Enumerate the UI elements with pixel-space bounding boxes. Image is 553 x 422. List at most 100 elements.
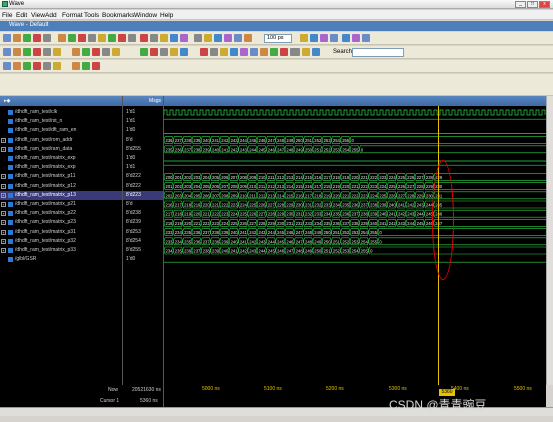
toolbar-tool-icon[interactable] xyxy=(230,48,238,56)
toolbar-tool-icon[interactable] xyxy=(43,34,51,42)
toolbar-tool-icon[interactable] xyxy=(342,34,350,42)
bus-waveform[interactable]: 202 203 204 205 206 207 208 209 210 211 212 213 214 2… xyxy=(164,191,547,200)
bus-waveform[interactable]: 201 202 203 204 205 206 207 208 209 210 211 212 213 2… xyxy=(164,182,547,190)
toolbar-tool-icon[interactable] xyxy=(43,48,51,56)
bus-waveform[interactable]: 235 236 237 238 239 240 241 242 243 244 245 246 247 2… xyxy=(164,145,547,154)
toolbar-tool-icon[interactable] xyxy=(150,48,158,56)
toolbar-tool-icon[interactable] xyxy=(72,62,80,70)
toolbar-tool-icon[interactable] xyxy=(102,48,110,56)
toolbar-tool-icon[interactable] xyxy=(13,62,21,70)
toolbar-tool-icon[interactable] xyxy=(200,48,208,56)
bus-waveform[interactable]: 200 201 202 203 204 205 206 207 208 209 210 211 212 2… xyxy=(164,173,547,181)
toolbar-tool-icon[interactable] xyxy=(204,34,212,42)
clk-waveform[interactable] xyxy=(164,109,546,116)
signal-row[interactable]: + /dhdft_ram_test/matrix_p32 xyxy=(0,237,122,246)
expand-icon[interactable]: + xyxy=(1,146,6,152)
expand-icon[interactable]: + xyxy=(1,229,6,235)
waveform-canvas[interactable]: 236 237 238 239 240 241 242 243 244 245 246 247 248 2… xyxy=(164,96,547,385)
waveform-pane[interactable]: 236 237 238 239 240 241 242 243 244 245 246 247 248 2… xyxy=(163,96,547,385)
toolbar-tool-icon[interactable] xyxy=(33,62,41,70)
vertical-scrollbar[interactable] xyxy=(546,96,553,385)
toolbar-tool-icon[interactable] xyxy=(214,34,222,42)
toolbar-tool-icon[interactable] xyxy=(234,34,242,42)
minimize-button[interactable]: _ xyxy=(515,1,526,8)
toolbar-tool-icon[interactable] xyxy=(292,48,300,56)
toolbar-tool-icon[interactable] xyxy=(150,34,158,42)
toolbar-tool-icon[interactable] xyxy=(23,48,31,56)
signal-row[interactable]: + /dhdft_ram_test/rom_addr xyxy=(0,136,122,145)
menu-file[interactable]: File xyxy=(2,12,12,19)
toolbar-tool-icon[interactable] xyxy=(280,48,288,56)
menu-view[interactable]: View xyxy=(31,12,45,19)
toolbar-tool-icon[interactable] xyxy=(13,48,21,56)
signal-row[interactable]: + /dhdft_ram_test/matrix_p11 xyxy=(0,172,122,181)
expand-icon[interactable]: + xyxy=(1,238,6,244)
toolbar-tool-icon[interactable] xyxy=(33,48,41,56)
toolbar-tool-icon[interactable] xyxy=(92,62,100,70)
signal-row[interactable]: + /dhdft_ram_test/matrix_p22 xyxy=(0,209,122,218)
toolbar-tool-icon[interactable] xyxy=(98,34,106,42)
bus-waveform[interactable]: 218 219 220 221 222 223 224 225 226 227 228 229 230 2… xyxy=(164,219,547,227)
signal-row[interactable]: + /dhdft_ram_test/matrix_p21 xyxy=(0,200,122,209)
toolbar-tool-icon[interactable] xyxy=(302,48,310,56)
toolbar-tool-icon[interactable] xyxy=(220,48,228,56)
bus-waveform[interactable]: 236 237 238 239 240 241 242 243 244 245 246 247 248 2… xyxy=(164,136,547,144)
bus-waveform[interactable]: 233 234 235 236 237 238 239 240 241 242 243 244 245 2… xyxy=(164,237,547,246)
toolbar-tool-icon[interactable] xyxy=(180,34,188,42)
signal-row[interactable]: + /dhdft_ram_test/matrix_p12 xyxy=(0,182,122,191)
toolbar-tool-icon[interactable] xyxy=(118,34,126,42)
signal-row[interactable]: /dhdft_ram_test/rst_n xyxy=(0,117,122,126)
toolbar-tool-icon[interactable] xyxy=(170,34,178,42)
bus-waveform[interactable]: 234 235 236 237 238 239 240 241 242 243 244 245 246 2… xyxy=(164,246,547,255)
expand-icon[interactable]: + xyxy=(1,192,6,198)
signal-row[interactable]: + /dhdft_ram_test/matrix_p31 xyxy=(0,228,122,237)
menu-tools[interactable]: Tools xyxy=(84,12,99,19)
toolbar-tool-icon[interactable] xyxy=(82,48,90,56)
toolbar-tool-icon[interactable] xyxy=(72,48,80,56)
expand-icon[interactable]: + xyxy=(1,137,6,143)
toolbar-tool-icon[interactable] xyxy=(330,34,338,42)
toolbar-tool-icon[interactable] xyxy=(53,48,61,56)
toolbar-tool-icon[interactable] xyxy=(194,34,202,42)
toolbar-tool-icon[interactable] xyxy=(23,34,31,42)
toolbar-tool-icon[interactable] xyxy=(82,62,90,70)
toolbar-tool-icon[interactable] xyxy=(250,48,258,56)
expand-icon[interactable]: + xyxy=(1,211,6,217)
menu-format[interactable]: Format xyxy=(62,12,83,19)
toolbar-tool-icon[interactable] xyxy=(320,34,328,42)
signal-row[interactable]: + /dhdft_ram_test/matrix_p13 xyxy=(0,190,122,200)
toolbar-tool-icon[interactable] xyxy=(92,48,100,56)
toolbar-tool-icon[interactable] xyxy=(270,48,278,56)
toolbar-tool-icon[interactable] xyxy=(244,34,252,42)
toolbar-tool-icon[interactable] xyxy=(53,62,61,70)
expand-icon[interactable]: + xyxy=(1,202,6,207)
expand-icon[interactable]: + xyxy=(1,220,6,226)
menu-window[interactable]: Window xyxy=(134,12,157,19)
signal-row[interactable]: /dhdft_ram_test/clk xyxy=(0,108,122,117)
toolbar-tool-icon[interactable] xyxy=(160,48,168,56)
toolbar-tool-icon[interactable] xyxy=(140,34,148,42)
toolbar-tool-icon[interactable] xyxy=(300,34,308,42)
bus-waveform[interactable]: 233 234 235 236 237 238 239 240 241 242 243 244 245 2… xyxy=(164,228,547,236)
toolbar-tool-icon[interactable] xyxy=(13,34,21,42)
toolbar-tool-icon[interactable] xyxy=(3,34,11,42)
menu-bookmarks[interactable]: Bookmarks xyxy=(102,12,135,19)
toolbar-tool-icon[interactable] xyxy=(160,34,168,42)
menu-help[interactable]: Help xyxy=(160,12,173,19)
toolbar-tool-icon[interactable] xyxy=(260,48,268,56)
toolbar-tool-icon[interactable] xyxy=(224,34,232,42)
toolbar-tool-icon[interactable] xyxy=(310,34,318,42)
menu-edit[interactable]: Edit xyxy=(16,12,27,19)
toolbar-tool-icon[interactable] xyxy=(352,34,360,42)
toolbar-tool-icon[interactable] xyxy=(33,34,41,42)
toolbar-tool-icon[interactable] xyxy=(3,48,11,56)
signal-row[interactable]: /dhdft_ram_test/dft_ram_en xyxy=(0,126,122,135)
toolbar-tool-icon[interactable] xyxy=(23,62,31,70)
bus-waveform[interactable]: 217 218 219 220 221 222 223 224 225 226 227 228 229 2… xyxy=(164,209,547,218)
bus-waveform[interactable]: 216 217 218 219 220 221 222 223 224 225 226 227 228 2… xyxy=(164,200,547,209)
signal-row[interactable]: /dhdft_ram_test/matrix_exp xyxy=(0,163,122,172)
toolbar-tool-icon[interactable] xyxy=(362,34,370,42)
toolbar-tool-icon[interactable] xyxy=(43,62,51,70)
signal-row[interactable]: /glbl/GSR xyxy=(0,255,122,264)
toolbar-tool-icon[interactable] xyxy=(58,34,66,42)
